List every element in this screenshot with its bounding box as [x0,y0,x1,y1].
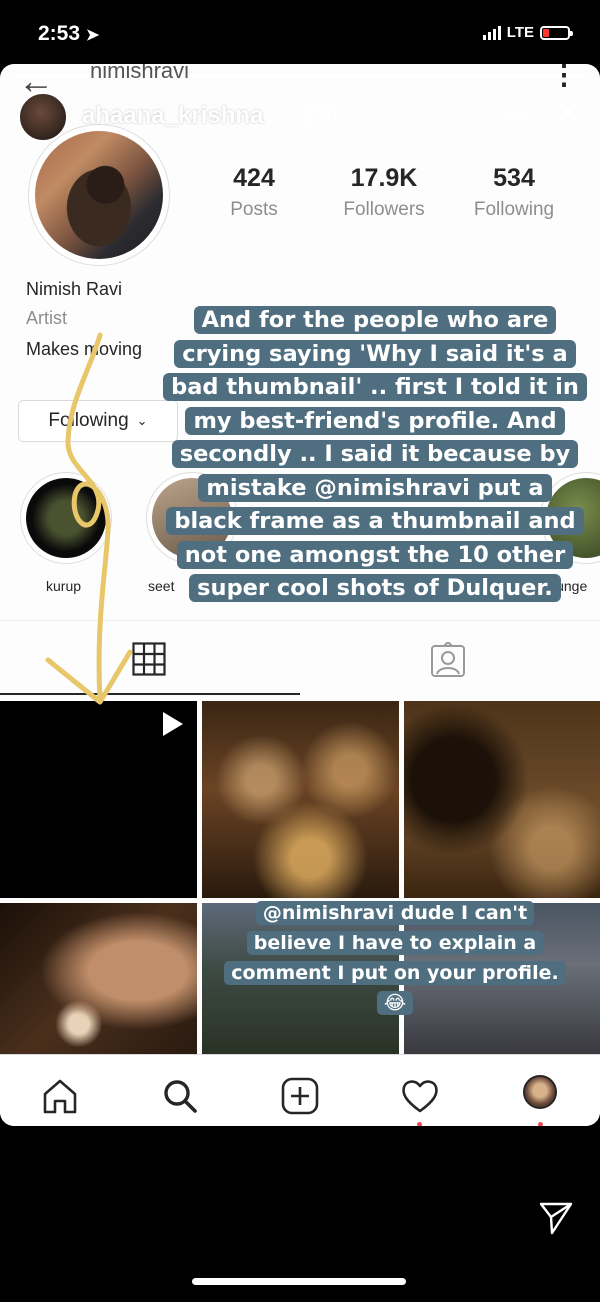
network-label: LTE [506,24,534,41]
video-icon [163,712,183,736]
notification-dot [538,1122,543,1126]
followers-count[interactable]: 17.9K Followers [324,164,444,221]
caption-line: my best-friend's profile. And [185,406,565,435]
reply-line: @nimishravi dude I can't [255,901,535,925]
heart-icon[interactable] [400,1076,440,1116]
status-time: 2:53 ➤ [38,22,100,45]
story-caption: And for the people who are crying saying… [160,304,590,606]
caption-line: not one amongst the 10 other [176,540,574,569]
battery-icon [540,25,573,40]
more-options-icon[interactable]: ⋮ [550,64,578,91]
caption-line: crying saying 'Why I said it's a [174,339,576,368]
add-post-icon[interactable] [280,1076,320,1116]
notification-dot [417,1122,422,1126]
post-tile[interactable] [404,701,600,898]
profile-tab-avatar[interactable] [523,1075,557,1109]
home-icon[interactable] [40,1076,80,1116]
story-more-icon[interactable]: ··· [502,98,528,129]
signal-icon [482,25,501,40]
story-timestamp: 23h [300,102,339,128]
reply-line: comment I put on your profile. [224,961,566,985]
caption-line: bad thumbnail' .. first I told it in [163,373,587,401]
story-reply: @nimishravi dude I can't believe I have … [205,898,585,1018]
post-tile[interactable] [0,701,197,898]
caption-line: secondly .. I said it because by [171,440,579,468]
send-icon[interactable] [538,1200,574,1236]
following-count[interactable]: 534 Following [454,164,574,221]
profile-full-name: Nimish Ravi [26,279,123,299]
home-indicator [192,1278,406,1285]
reply-line: believe I have to explain a [246,931,544,955]
posts-count[interactable]: 424 Posts [194,164,314,221]
close-icon[interactable]: ✕ [554,94,583,134]
tagged-icon[interactable] [430,642,466,678]
post-tile[interactable] [202,701,399,898]
caption-line: black frame as a thumbnail and [166,507,584,535]
reply-emoji: 😂 [376,991,414,1015]
search-icon[interactable] [160,1076,200,1116]
post-tile[interactable] [0,903,197,1054]
profile-avatar[interactable] [28,124,170,266]
caption-line: mistake @nimishravi put a [198,473,552,502]
status-indicators: LTE [482,24,573,41]
caption-line: And for the people who are [193,306,557,334]
profile-username: nimishravi [90,64,190,83]
profile-category: Artist [26,308,68,328]
caption-line: super cool shots of Dulquer. [189,574,561,602]
drawn-arrow [45,332,133,705]
